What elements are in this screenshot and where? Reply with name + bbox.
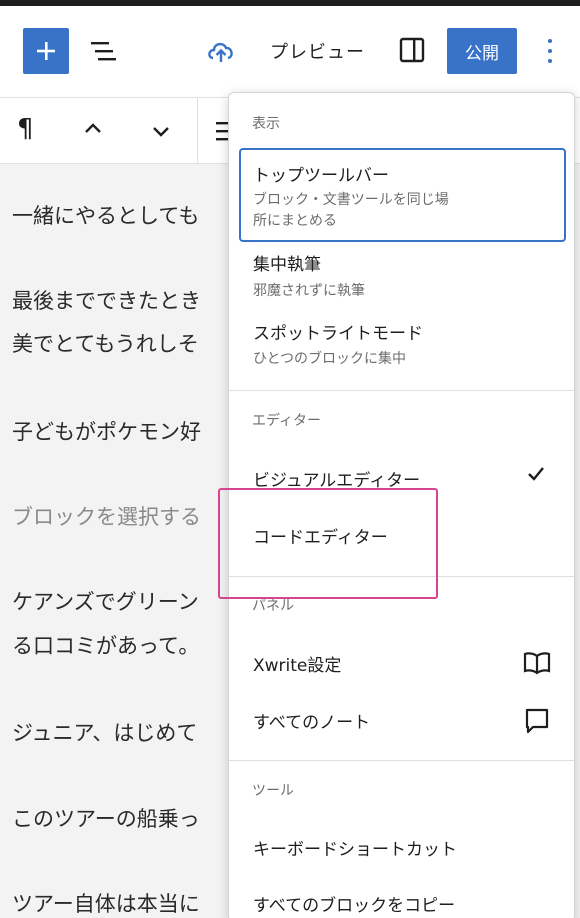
paragraph-block[interactable]: ケアンズでグリーン [12, 586, 199, 616]
checkmark-icon [528, 467, 544, 481]
align-icon[interactable] [216, 120, 228, 142]
list-view-icon[interactable] [88, 36, 120, 66]
top-toolbar-title: トップツールバー [253, 166, 389, 186]
menu-item-keyboard-shortcuts[interactable]: キーボードショートカット [253, 835, 457, 860]
menu-divider [229, 760, 574, 761]
paragraph-block[interactable]: 一緒にやるとしても [12, 200, 199, 230]
menu-item-distraction-free[interactable]: 集中執筆 [253, 250, 321, 275]
menu-item-all-notes[interactable]: すべてのノート [253, 708, 370, 733]
menu-item-spotlight[interactable]: スポットライトモード [253, 319, 423, 344]
preview-button[interactable]: プレビュー [270, 38, 365, 64]
sidebar-toggle-icon[interactable] [398, 36, 426, 64]
chevron-up-icon[interactable] [82, 120, 104, 136]
plus-icon [37, 42, 55, 60]
toolbar-divider [197, 98, 198, 164]
annotation-highlight-box [218, 488, 438, 599]
block-placeholder[interactable]: ブロックを選択する [12, 501, 201, 531]
top-toolbar-desc: ブロック・文書ツールを同じ場 [253, 192, 449, 208]
comment-icon[interactable] [524, 707, 550, 735]
paragraph-block[interactable]: 最後までできたとき [12, 285, 201, 315]
menu-divider [229, 390, 574, 391]
view-group-label: 表示 [252, 116, 280, 132]
paragraph-block[interactable]: ツアー自体は本当に [12, 888, 200, 918]
book-icon[interactable] [522, 650, 552, 676]
paragraph-block[interactable]: ジュニア、はじめて [12, 717, 197, 747]
editor-group-label: エディター [252, 413, 322, 429]
pilcrow-icon[interactable]: ¶ [17, 114, 34, 144]
publish-button[interactable]: 公開 [447, 28, 517, 74]
cloud-upload-icon[interactable] [205, 36, 237, 66]
vertical-ellipsis-icon[interactable] [540, 36, 560, 66]
paragraph-block[interactable]: 美でとてもうれしそ [12, 328, 199, 358]
menu-item-xwrite-settings[interactable]: Xwrite設定 [253, 651, 341, 676]
menu-item-copy-all-blocks[interactable]: すべてのブロックをコピー [253, 891, 455, 916]
add-block-button[interactable] [23, 28, 69, 74]
chevron-down-icon[interactable] [150, 124, 172, 140]
paragraph-block[interactable]: このツアーの船乗っ [12, 803, 200, 833]
editor-header: プレビュー 公開 [0, 6, 580, 98]
tools-group-label: ツール [252, 783, 294, 799]
top-toolbar-desc: 所にまとめる [253, 213, 337, 229]
paragraph-block[interactable]: る口コミがあって。 [12, 630, 199, 660]
spotlight-desc: ひとつのブロックに集中 [253, 351, 407, 367]
paragraph-block[interactable]: 子どもがポケモン好 [12, 416, 201, 446]
distraction-free-desc: 邪魔されずに執筆 [253, 283, 365, 299]
